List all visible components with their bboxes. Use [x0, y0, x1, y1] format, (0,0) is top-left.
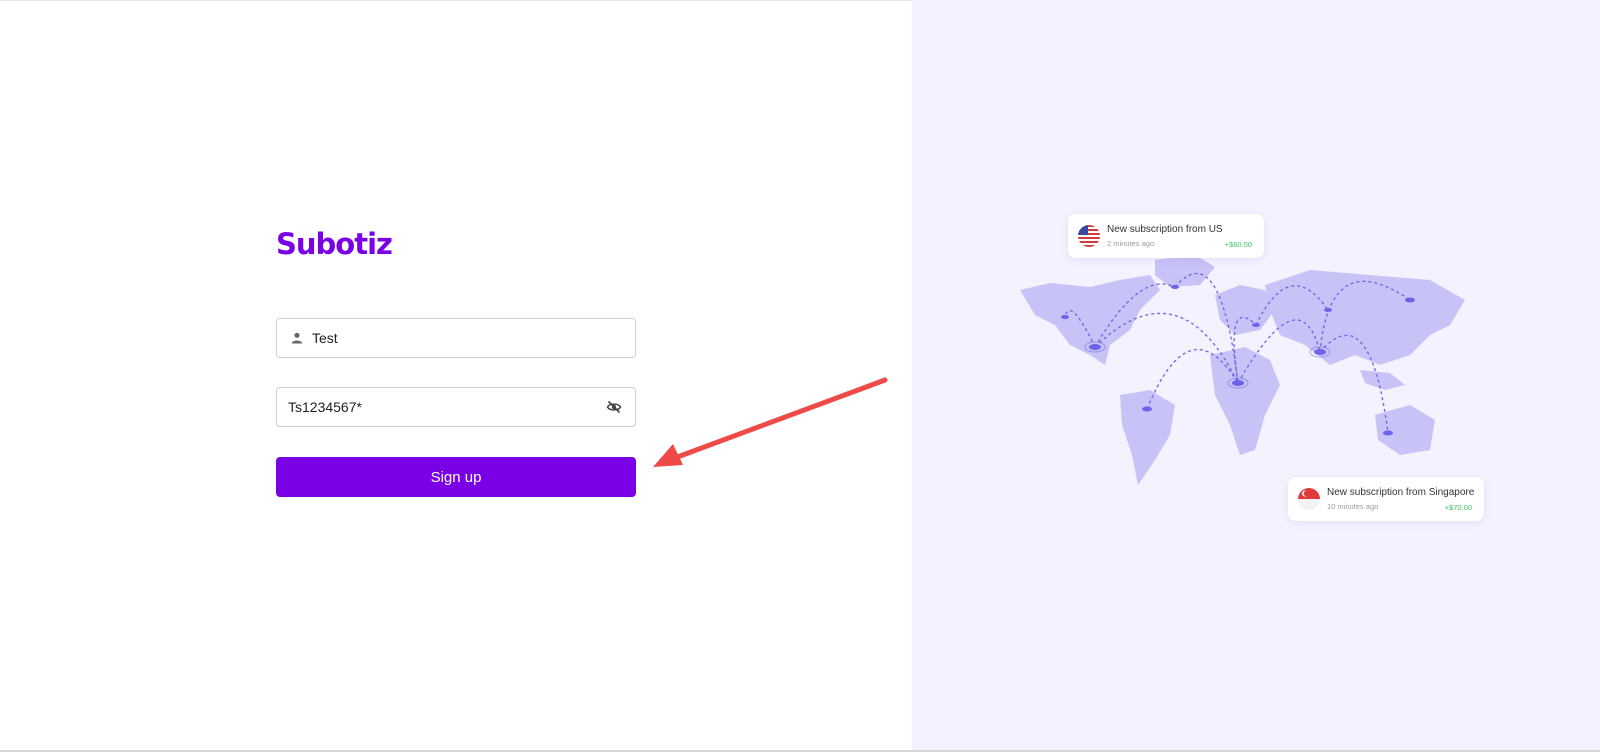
- signup-button[interactable]: Sign up: [276, 457, 636, 497]
- singapore-flag-icon: [1298, 488, 1320, 510]
- signup-pane: Subotiz Sign up: [0, 0, 912, 752]
- notification-time: 2 minutes ago: [1107, 239, 1155, 248]
- notification-time: 10 minutes ago: [1327, 502, 1379, 511]
- annotation-arrow: [653, 377, 888, 467]
- username-input[interactable]: [312, 319, 635, 357]
- world-map: [1020, 255, 1465, 485]
- us-flag-icon: [1078, 225, 1100, 247]
- subotiz-logo: Subotiz: [276, 227, 393, 261]
- notification-title: New subscription from US: [1107, 224, 1223, 235]
- username-field[interactable]: [276, 318, 636, 358]
- notification-amount: +$60.00: [1224, 240, 1252, 249]
- password-input[interactable]: [277, 388, 605, 426]
- notification-amount: +$70.00: [1444, 503, 1472, 512]
- password-field[interactable]: [276, 387, 636, 427]
- eye-off-icon[interactable]: [605, 398, 623, 416]
- notification-title: New subscription from Singapore: [1327, 487, 1475, 498]
- notification-card-us: New subscription from US 2 minutes ago +…: [1068, 214, 1264, 258]
- user-icon: [290, 331, 304, 345]
- notification-card-singapore: New subscription from Singapore 10 minut…: [1288, 477, 1484, 521]
